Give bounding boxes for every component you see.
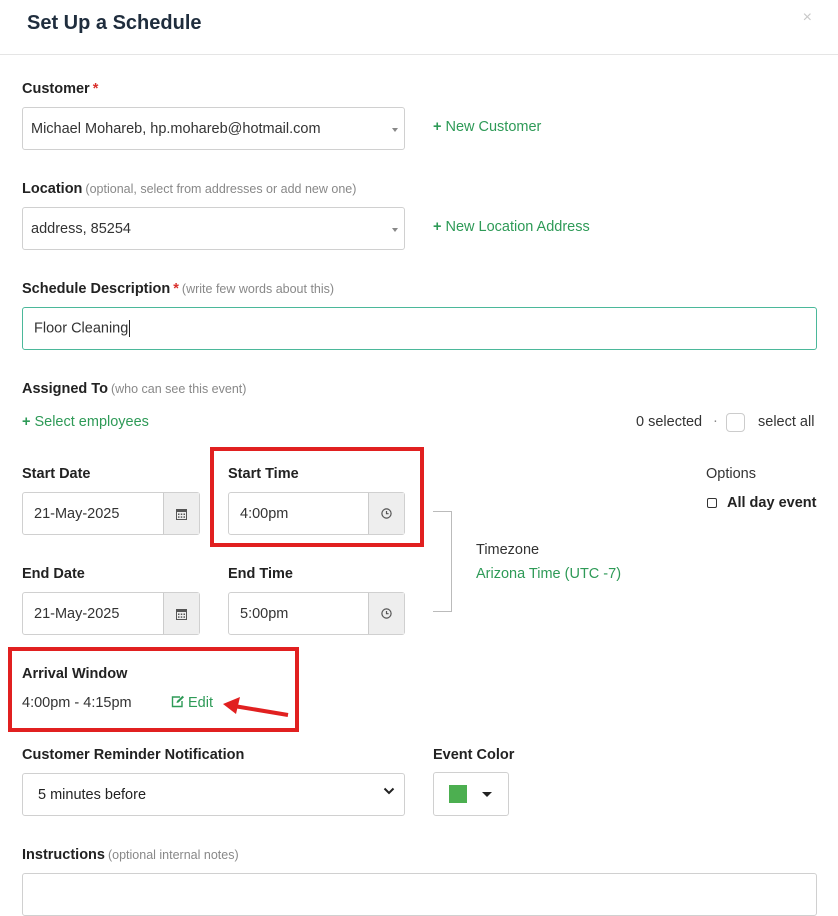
- chevron-down-icon: [392, 127, 398, 132]
- start-date-input[interactable]: 21-May-2025: [22, 492, 200, 535]
- customer-value: Michael Mohareb, hp.mohareb@hotmail.com: [31, 120, 321, 137]
- assigned-hint: (who can see this event): [110, 382, 247, 396]
- location-label-text: Location: [22, 181, 83, 197]
- arrival-window-highlight: [8, 647, 299, 732]
- customer-label-text: Customer: [22, 81, 90, 97]
- select-employees-link[interactable]: + Select employees: [22, 414, 149, 430]
- start-time-highlight: [210, 447, 424, 547]
- separator-dot: ·: [713, 413, 718, 429]
- plus-icon: +: [433, 119, 442, 135]
- dialog-header: Set Up a Schedule ×: [0, 0, 838, 55]
- chevron-down-icon: [392, 227, 398, 232]
- location-label: Location (optional, select from addresses…: [22, 181, 356, 197]
- customer-select[interactable]: Michael Mohareb, hp.mohareb@hotmail.com: [22, 107, 405, 150]
- reminder-label: Customer Reminder Notification: [22, 747, 245, 763]
- select-employees-label: Select employees: [34, 414, 149, 430]
- select-all-label[interactable]: select all: [758, 414, 814, 430]
- all-day-label[interactable]: All day event: [727, 495, 816, 511]
- clock-icon[interactable]: [368, 593, 404, 634]
- calendar-icon[interactable]: [163, 593, 199, 634]
- time-range-bracket: [433, 511, 452, 612]
- calendar-icon[interactable]: [163, 493, 199, 534]
- chevron-down-icon: [383, 787, 395, 795]
- reminder-select[interactable]: 5 minutes before: [22, 773, 405, 816]
- start-date-label: Start Date: [22, 466, 91, 482]
- all-day-checkbox[interactable]: [707, 498, 717, 508]
- instructions-label-text: Instructions: [22, 847, 105, 863]
- event-color-picker[interactable]: [433, 772, 509, 816]
- color-swatch: [449, 785, 467, 803]
- selected-count: 0 selected: [636, 414, 703, 430]
- end-time-value: 5:00pm: [240, 605, 289, 622]
- location-hint: (optional, select from addresses or add …: [85, 182, 357, 196]
- assigned-label-text: Assigned To: [22, 381, 108, 397]
- end-date-label: End Date: [22, 566, 85, 582]
- location-value: address, 85254: [31, 220, 131, 237]
- plus-icon: +: [22, 414, 31, 430]
- new-location-label: New Location Address: [445, 219, 590, 235]
- location-select[interactable]: address, 85254: [22, 207, 405, 250]
- description-label-text: Schedule Description: [22, 281, 171, 297]
- description-label: Schedule Description * (write few words ab…: [22, 281, 334, 297]
- required-marker: *: [92, 81, 99, 97]
- new-customer-link[interactable]: + New Customer: [433, 119, 541, 135]
- close-icon[interactable]: ×: [803, 9, 812, 27]
- caret-down-icon: [482, 792, 492, 797]
- new-customer-label: New Customer: [445, 119, 542, 135]
- select-all-checkbox[interactable]: [726, 413, 745, 432]
- end-date-input[interactable]: 21-May-2025: [22, 592, 200, 635]
- instructions-hint: (optional internal notes): [107, 848, 239, 862]
- assigned-label: Assigned To (who can see this event): [22, 381, 246, 397]
- instructions-textarea[interactable]: [22, 873, 817, 916]
- plus-icon: +: [433, 219, 442, 235]
- dialog-title: Set Up a Schedule: [27, 12, 202, 34]
- customer-label: Customer *: [22, 81, 98, 97]
- description-input[interactable]: Floor Cleaning: [22, 307, 817, 350]
- description-hint: (write few words about this): [181, 282, 335, 296]
- instructions-label: Instructions (optional internal notes): [22, 847, 239, 863]
- end-date-value: 21-May-2025: [34, 605, 120, 622]
- end-time-label: End Time: [228, 566, 293, 582]
- description-value: Floor Cleaning: [23, 320, 816, 337]
- new-location-link[interactable]: + New Location Address: [433, 219, 590, 235]
- options-label: Options: [706, 466, 756, 482]
- reminder-value: 5 minutes before: [38, 786, 147, 803]
- event-color-label: Event Color: [433, 747, 515, 763]
- text-cursor: [129, 320, 131, 337]
- timezone-label: Timezone: [476, 542, 540, 558]
- required-marker: *: [173, 281, 179, 297]
- description-text: Floor Cleaning: [34, 320, 129, 337]
- start-date-value: 21-May-2025: [34, 505, 120, 522]
- end-time-input[interactable]: 5:00pm: [228, 592, 405, 635]
- timezone-link[interactable]: Arizona Time (UTC -7): [476, 566, 621, 582]
